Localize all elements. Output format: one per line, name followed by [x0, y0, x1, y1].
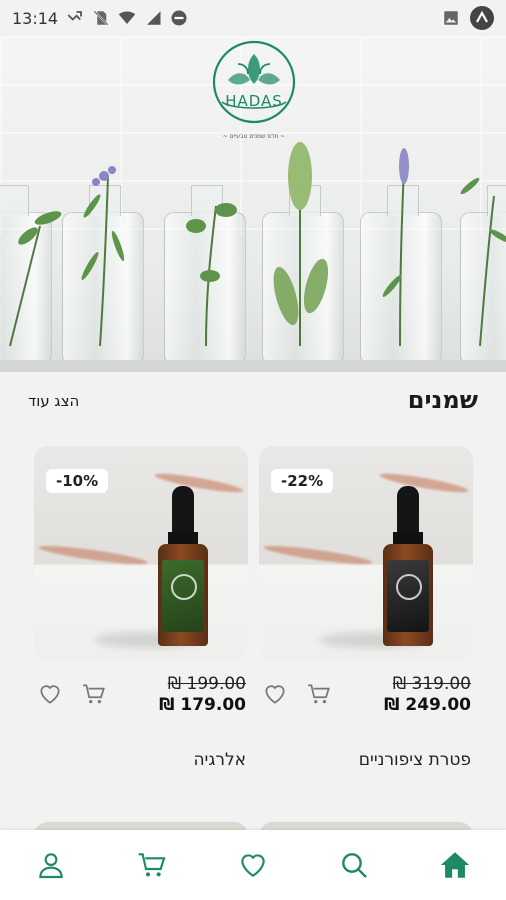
cart-icon	[83, 684, 105, 704]
discount-badge: -22%	[271, 469, 334, 493]
product-name[interactable]: פטרת ציפורניים	[359, 750, 471, 770]
nav-home[interactable]	[431, 841, 479, 889]
product-name[interactable]: אלרגיה	[193, 750, 246, 770]
hero-banner: HADAS ~ חדס שמנים טבעיים ~	[0, 36, 506, 372]
do-not-disturb-icon	[171, 10, 187, 26]
nav-profile[interactable]	[27, 841, 75, 889]
cart-icon	[138, 853, 166, 877]
heart-icon	[241, 854, 265, 877]
oil-bottle-image	[383, 486, 433, 646]
cart-icon	[308, 684, 330, 704]
favorite-button[interactable]	[36, 680, 64, 708]
new-price: ₪ 249.00	[384, 695, 471, 715]
heart-icon	[265, 685, 285, 704]
oil-bottle-image	[158, 486, 208, 646]
herb-sprigs-illustration	[9, 142, 506, 347]
show-more-link[interactable]: הצג עוד	[28, 392, 79, 410]
nav-cart[interactable]	[128, 841, 176, 889]
user-icon	[38, 853, 63, 879]
status-bar: 13:14	[0, 0, 506, 36]
app-badge-icon	[470, 6, 494, 30]
image-icon	[444, 11, 458, 25]
product-image[interactable]: -10%	[34, 446, 248, 660]
old-price: ₪ 199.00	[167, 674, 246, 694]
new-price: ₪ 179.00	[159, 695, 246, 715]
add-to-cart-button[interactable]	[305, 680, 333, 708]
brand-name: HADAS	[225, 92, 283, 110]
product-card[interactable]: -10% ₪ 199.00 ₪ 179.00 אלרגיה	[34, 446, 248, 770]
favorite-button[interactable]	[261, 680, 289, 708]
product-card[interactable]: -22% ₪ 319.00 ₪ 249.00 פטרת ציפורניים	[259, 446, 473, 770]
no-sim-icon	[93, 10, 109, 26]
oils-section-header: שמנים הצג עוד	[0, 372, 506, 432]
status-time: 13:14	[12, 8, 59, 28]
wifi-icon	[118, 11, 136, 24]
section-title: שמנים	[407, 386, 478, 414]
heart-icon	[40, 685, 60, 704]
bottom-navigation	[0, 830, 506, 900]
search-icon	[342, 853, 368, 878]
add-to-cart-button[interactable]	[80, 680, 108, 708]
nav-favorites[interactable]	[229, 841, 277, 889]
missed-call-icon	[67, 11, 83, 21]
product-image[interactable]: -22%	[259, 446, 473, 660]
signal-icon	[147, 11, 161, 25]
nav-search[interactable]	[330, 841, 378, 889]
shelf-ledge	[0, 360, 506, 372]
discount-badge: -10%	[46, 469, 109, 493]
home-icon	[441, 852, 470, 878]
old-price: ₪ 319.00	[392, 674, 471, 694]
